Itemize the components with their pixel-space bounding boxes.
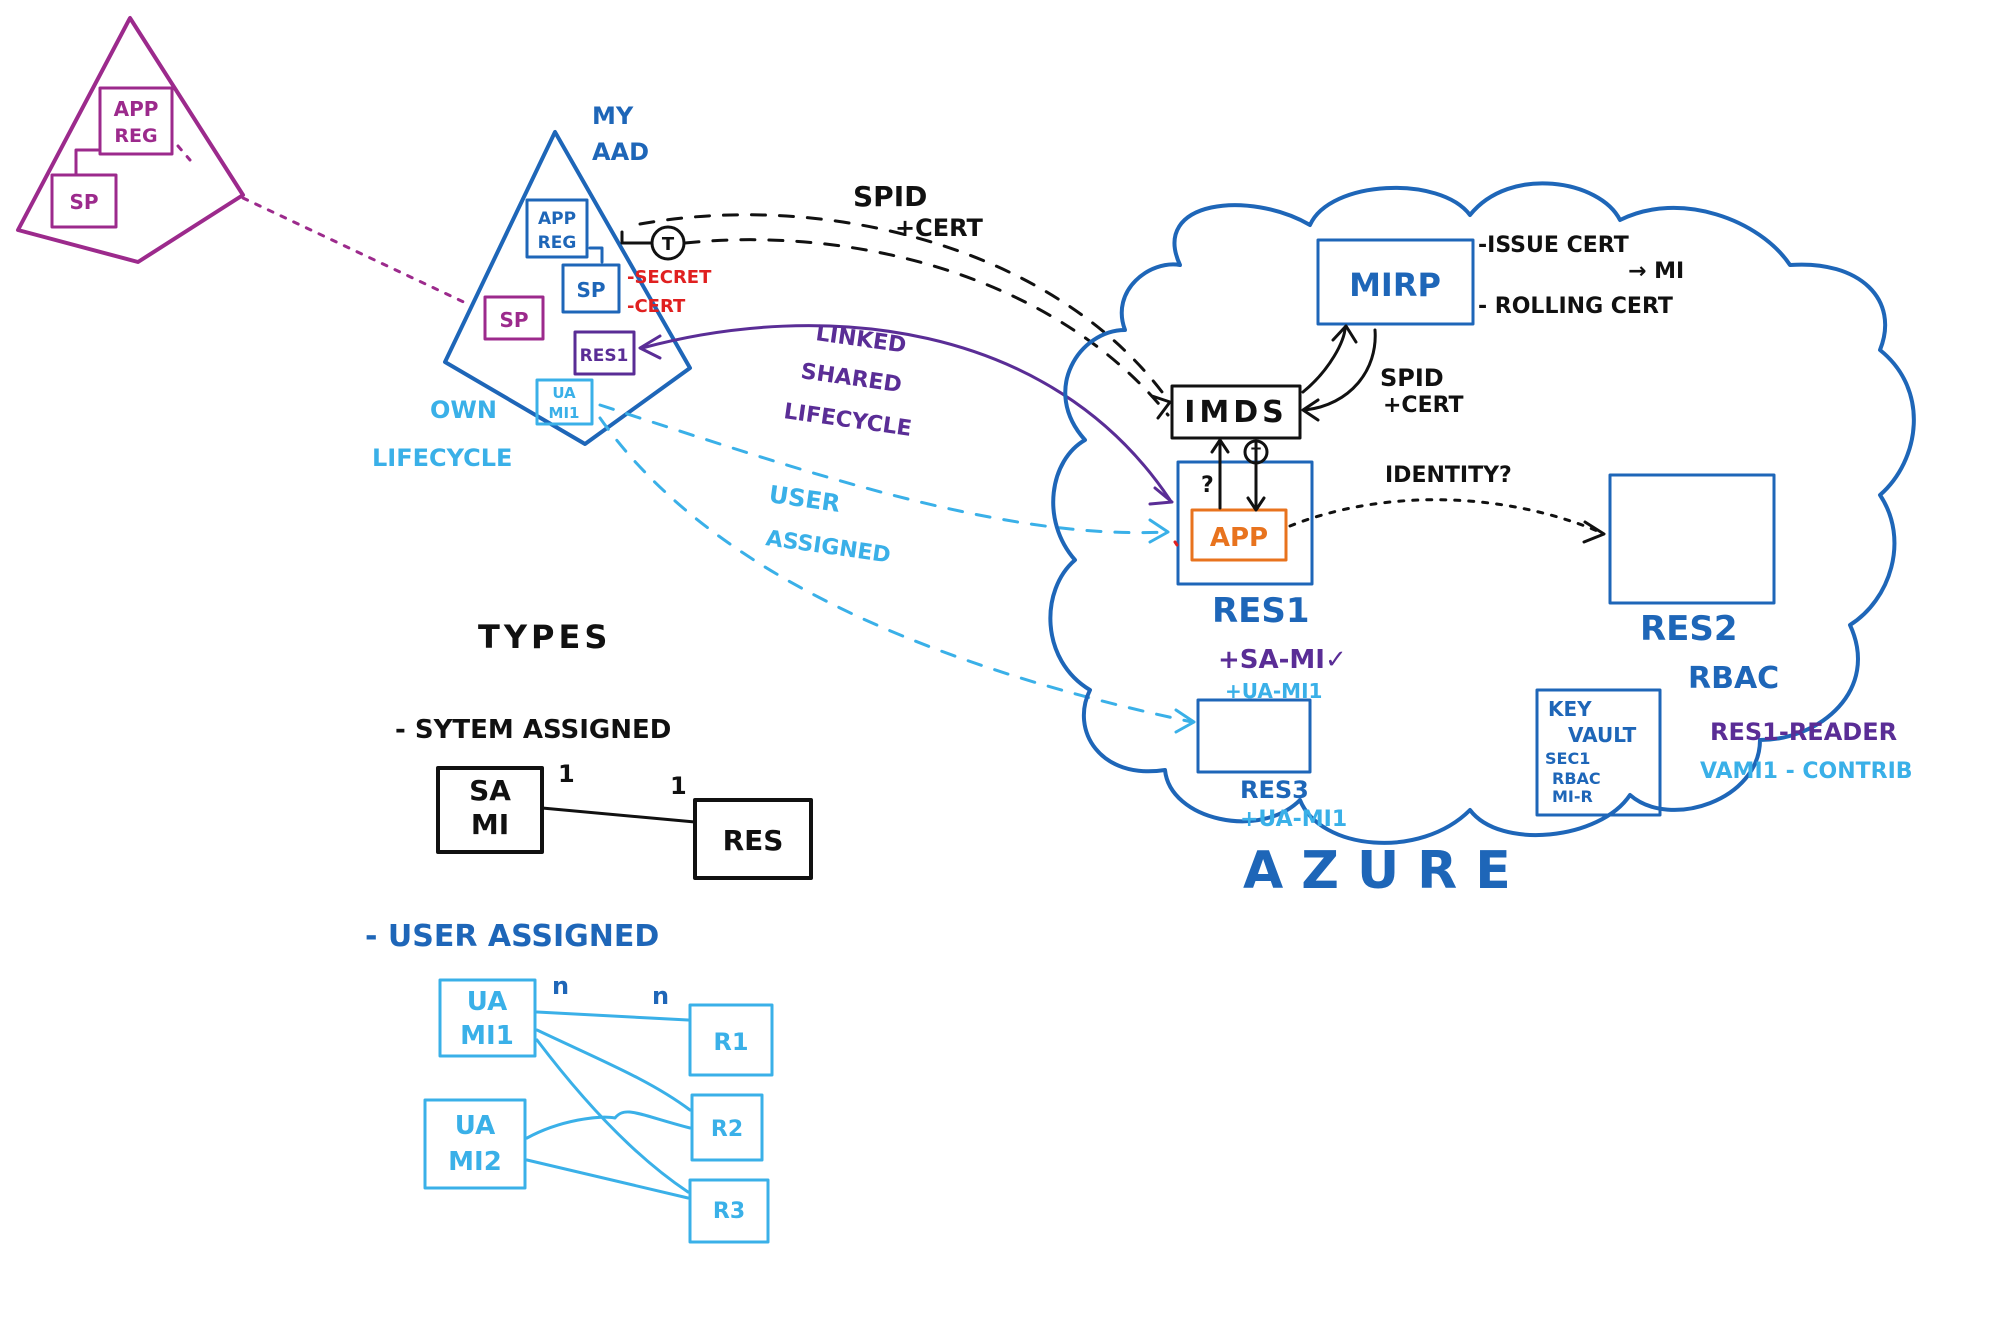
res2-label: RES2 bbox=[1640, 609, 1738, 649]
app-label: APP bbox=[1210, 523, 1268, 553]
spid-label-2: +CERT bbox=[895, 214, 984, 242]
spid-label-1: SPID bbox=[853, 180, 927, 213]
ua-cardinality-left: n bbox=[552, 972, 569, 1000]
my-aad-tenant: MY AAD APP REG SP -SECRET -CERT SP RES1 … bbox=[372, 102, 712, 472]
ua-mi2-label-1: UA bbox=[455, 1111, 495, 1141]
key-vault-label-1: KEY bbox=[1548, 697, 1592, 721]
issue-cert-label-1: -ISSUE CERT bbox=[1478, 233, 1629, 258]
managed-identity-diagram: APP REG SP MY AAD APP REG SP -SECRET -CE… bbox=[16, 16, 1916, 1244]
my-sp-link bbox=[588, 246, 604, 264]
token-clock-label: T bbox=[662, 234, 675, 255]
ua2-r3-link bbox=[525, 1158, 690, 1200]
sp-secret-label: -SECRET bbox=[627, 267, 712, 288]
my-aad-title-1: MY bbox=[592, 102, 634, 130]
linked-label-2: SHARED bbox=[799, 359, 903, 398]
token-clock-link bbox=[620, 230, 654, 245]
my-aad-title-2: AAD bbox=[592, 138, 649, 166]
azure-label: AZURE bbox=[1243, 841, 1529, 901]
my-res1-label: RES1 bbox=[580, 346, 629, 366]
identity-arrow bbox=[1288, 498, 1602, 534]
my-app-reg-label-1: APP bbox=[538, 209, 576, 229]
own-lifecycle-label-2: LIFECYCLE bbox=[372, 444, 512, 472]
ua1-r1-link bbox=[535, 1010, 690, 1022]
other-sp-label: SP bbox=[69, 190, 98, 214]
ua-mi2-label-2: MI2 bbox=[448, 1147, 502, 1177]
res1-label: RES1 bbox=[1212, 591, 1310, 631]
res1-sa-mi-label: +SA-MI✓ bbox=[1218, 645, 1347, 675]
imds-to-mirp-arrow bbox=[1301, 326, 1347, 394]
issue-cert-label-2: → MI bbox=[1628, 259, 1684, 284]
spid-cert-inner-1: SPID bbox=[1380, 364, 1444, 392]
key-vault-label-4: RBAC bbox=[1552, 769, 1601, 788]
sa-res-label: RES bbox=[723, 824, 784, 857]
uami-contrib-label: VAMI1 - CONTRIB bbox=[1700, 759, 1913, 784]
identity-arrowhead bbox=[1582, 520, 1606, 544]
azure-cloud: AZURE MIRP -ISSUE CERT → MI - ROLLING CE… bbox=[1048, 181, 1916, 901]
res3-label: RES3 bbox=[1240, 776, 1309, 804]
rbac-label: RBAC bbox=[1688, 661, 1779, 696]
sa-relation-line bbox=[540, 806, 697, 824]
sa-mi-label-2: MI bbox=[471, 808, 509, 841]
r2-label: R2 bbox=[711, 1117, 743, 1142]
ua-mi1-label-1: UA bbox=[467, 987, 507, 1017]
user-assigned-label-1: USER bbox=[767, 480, 842, 518]
other-app-reg-dots bbox=[176, 144, 192, 162]
ua-res3-arrow bbox=[598, 416, 1194, 724]
ua-cardinality-right: n bbox=[652, 982, 669, 1010]
ua-mi1-label-2: MI1 bbox=[460, 1021, 514, 1051]
spid-cert-inner-2: +CERT bbox=[1383, 393, 1464, 418]
mirp-label: MIRP bbox=[1349, 266, 1441, 304]
res3-ua-mi-label: +UA-MI1 bbox=[1240, 807, 1347, 832]
key-vault-label-3: SEC1 bbox=[1545, 749, 1590, 768]
identity-label: IDENTITY? bbox=[1385, 463, 1512, 488]
types-legend: TYPES - SYTEM ASSIGNED SA MI 1 1 RES - U… bbox=[365, 618, 813, 1244]
guest-sp-label: SP bbox=[499, 308, 528, 332]
linked-label-3: LIFECYCLE bbox=[782, 399, 913, 442]
r1-label: R1 bbox=[713, 1028, 748, 1056]
types-title: TYPES bbox=[478, 618, 611, 656]
guest-sp-link bbox=[241, 196, 472, 307]
own-lifecycle-label-1: OWN bbox=[430, 396, 497, 424]
ua-mi1-identity-label-2: MI1 bbox=[549, 404, 580, 422]
sa-cardinality-right: 1 bbox=[670, 772, 687, 800]
sp-cert-label: -CERT bbox=[627, 296, 686, 317]
linked-label-1: LINKED bbox=[814, 321, 908, 358]
res2-box bbox=[1608, 473, 1776, 605]
question-mark-label: ? bbox=[1201, 473, 1214, 498]
stray-mark bbox=[1173, 540, 1179, 547]
my-app-reg-label-2: REG bbox=[538, 233, 577, 253]
other-tenant: APP REG SP bbox=[16, 16, 472, 307]
other-app-reg-label-1: APP bbox=[114, 97, 159, 121]
my-sp-label: SP bbox=[576, 278, 605, 302]
res3-box bbox=[1196, 698, 1312, 774]
user-assigned-type-label: - USER ASSIGNED bbox=[365, 919, 659, 954]
spid-cert-arrow-upper bbox=[638, 213, 1170, 402]
res1-reader-label: RES1-READER bbox=[1710, 718, 1897, 746]
app-token-clock-label: T bbox=[1251, 446, 1261, 462]
sa-cardinality-left: 1 bbox=[558, 760, 575, 788]
key-vault-label-2: VAULT bbox=[1568, 723, 1637, 747]
r3-label: R3 bbox=[713, 1199, 745, 1224]
sa-mi-label-1: SA bbox=[469, 774, 511, 807]
other-sp-link bbox=[74, 148, 100, 177]
connections: SPID +CERT LINKED SHARED LIFECYCLE USER … bbox=[598, 180, 1196, 734]
linked-lifecycle-arrow bbox=[640, 324, 1172, 502]
key-vault-label-5: MI-R bbox=[1552, 787, 1593, 806]
rolling-cert-label: - ROLLING CERT bbox=[1478, 294, 1673, 319]
ua-mi1-identity-label-1: UA bbox=[552, 384, 576, 402]
imds-label: IMDS bbox=[1184, 395, 1288, 430]
user-assigned-label-2: ASSIGNED bbox=[764, 526, 892, 568]
other-app-reg-label-2: REG bbox=[114, 125, 157, 147]
system-assigned-label: - SYTEM ASSIGNED bbox=[395, 715, 671, 745]
